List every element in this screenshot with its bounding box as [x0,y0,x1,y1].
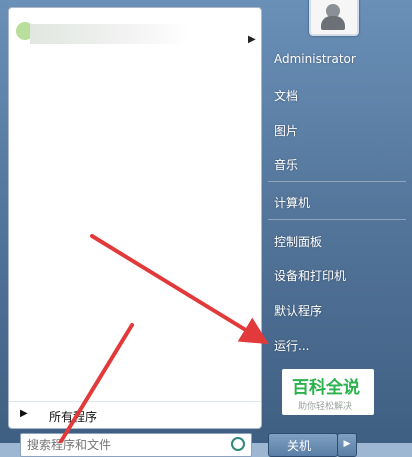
menu-item-control-panel[interactable]: 控制面板 [274,233,322,250]
user-avatar-icon[interactable] [309,0,359,36]
menu-item-run[interactable]: 运行... [274,337,309,354]
shutdown-label: 关机 [287,439,312,453]
menu-item-default-programs[interactable]: 默认程序 [274,302,322,319]
watermark-subtitle: 助你轻松解决 [298,402,353,412]
blurred-program-name [30,24,190,44]
menu-item-documents[interactable]: 文档 [274,87,298,104]
search-icon[interactable] [231,437,245,451]
watermark-title: 百科全说 [292,378,360,398]
all-programs-label: 所有程序 [49,410,98,424]
menu-separator [268,219,406,220]
search-input[interactable] [25,435,209,455]
menu-item-administrator[interactable]: Administrator [274,52,356,66]
all-programs-arrow-icon: ▶ [20,408,28,419]
shutdown-options-icon[interactable]: ▶ [337,433,357,457]
shutdown-button[interactable]: 关机 [268,433,338,457]
menu-separator [268,181,406,182]
programs-panel: ▶ ▶ 所有程序 [8,7,262,429]
search-box[interactable] [20,433,252,457]
menu-item-music[interactable]: 音乐 [274,156,298,173]
pinned-program-item[interactable]: ▶ [16,22,256,50]
all-programs-item[interactable]: ▶ 所有程序 [9,401,261,428]
pin-arrow-icon[interactable]: ▶ [248,34,256,45]
menu-item-pictures[interactable]: 图片 [274,122,298,139]
menu-item-computer[interactable]: 计算机 [274,194,310,211]
menu-item-devices-printers[interactable]: 设备和打印机 [274,267,346,284]
avatar-body [321,16,345,30]
watermark: 百科全说 助你轻松解决 [282,369,374,415]
